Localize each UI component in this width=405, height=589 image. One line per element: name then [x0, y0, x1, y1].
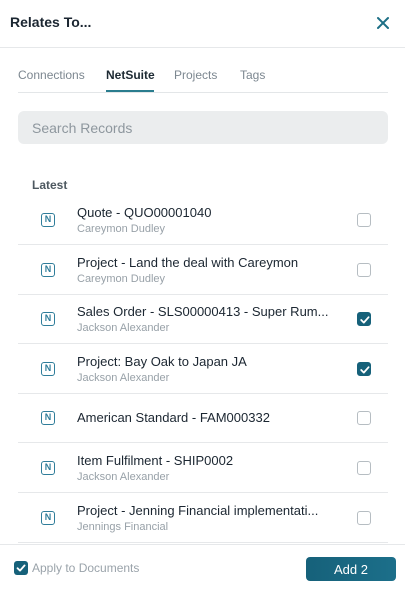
record-name: Sales Order - SLS00000413 - Super Rum... [77, 304, 329, 319]
record-checkbox[interactable] [357, 362, 371, 376]
record-name: Quote - QUO00001040 [77, 205, 212, 220]
record-owner: Jackson Alexander [77, 471, 170, 483]
netsuite-icon: N [41, 213, 55, 227]
record-name: Project - Jenning Financial implementati… [77, 503, 319, 518]
record-name: Item Fulfilment - SHIP0002 [77, 453, 234, 468]
netsuite-icon: N [41, 461, 55, 475]
tab-tags[interactable]: Tags [240, 68, 265, 82]
records-list: N Quote - QUO00001040 Careymon Dudley N Proj… [18, 196, 388, 544]
tab-bar: Connections NetSuite Projects Tags [18, 48, 388, 93]
record-row[interactable]: N Sales Order - SLS00000413 - Super Rum..… [18, 295, 388, 344]
netsuite-icon: N [41, 312, 55, 326]
apply-to-documents-label: Apply to Documents [32, 561, 140, 575]
netsuite-icon: N [41, 263, 55, 277]
netsuite-icon: N [41, 511, 55, 525]
search-input[interactable] [18, 111, 388, 144]
record-row[interactable]: N Project: Bay Oak to Japan JA Jackson Ale… [18, 345, 388, 394]
record-owner: Careymon Dudley [77, 273, 166, 285]
tab-connections[interactable]: Connections [18, 68, 85, 82]
record-checkbox[interactable] [357, 411, 371, 425]
record-owner: Jennings Financial [77, 521, 169, 533]
record-row[interactable]: N Item Fulfilment - SHIP0002 Jackson Alexa… [18, 444, 388, 493]
record-checkbox[interactable] [357, 312, 371, 326]
dialog-header: Relates To... [0, 0, 405, 48]
record-name: Project - Land the deal with Careymon [77, 255, 299, 270]
record-row[interactable]: N Quote - QUO00001040 Careymon Dudley [18, 196, 388, 245]
dialog-footer: Apply to Documents Add 2 [0, 544, 405, 589]
record-checkbox[interactable] [357, 511, 371, 525]
netsuite-icon: N [41, 411, 55, 425]
record-row[interactable]: N American Standard - FAM000332 [18, 394, 388, 443]
section-label-latest: Latest [32, 178, 68, 192]
record-owner: Careymon Dudley [77, 223, 166, 235]
record-name: Project: Bay Oak to Japan JA [77, 354, 247, 369]
record-row[interactable]: N Project - Jenning Financial implementat… [18, 494, 388, 543]
record-row[interactable]: N Project - Land the deal with Careymon Ca… [18, 246, 388, 295]
netsuite-icon: N [41, 362, 55, 376]
apply-to-documents-checkbox[interactable] [14, 561, 28, 575]
active-tab-indicator [106, 90, 154, 92]
record-checkbox[interactable] [357, 461, 371, 475]
close-icon[interactable] [373, 13, 393, 33]
search-box [18, 111, 388, 144]
dialog-title: Relates To... [10, 14, 92, 30]
tab-netsuite[interactable]: NetSuite [106, 68, 155, 82]
record-owner: Jackson Alexander [77, 322, 170, 334]
add-button[interactable]: Add 2 [306, 557, 396, 581]
record-checkbox[interactable] [357, 213, 371, 227]
record-name: American Standard - FAM000332 [77, 410, 270, 425]
record-checkbox[interactable] [357, 263, 371, 277]
record-owner: Jackson Alexander [77, 372, 170, 384]
tab-projects[interactable]: Projects [174, 68, 217, 82]
